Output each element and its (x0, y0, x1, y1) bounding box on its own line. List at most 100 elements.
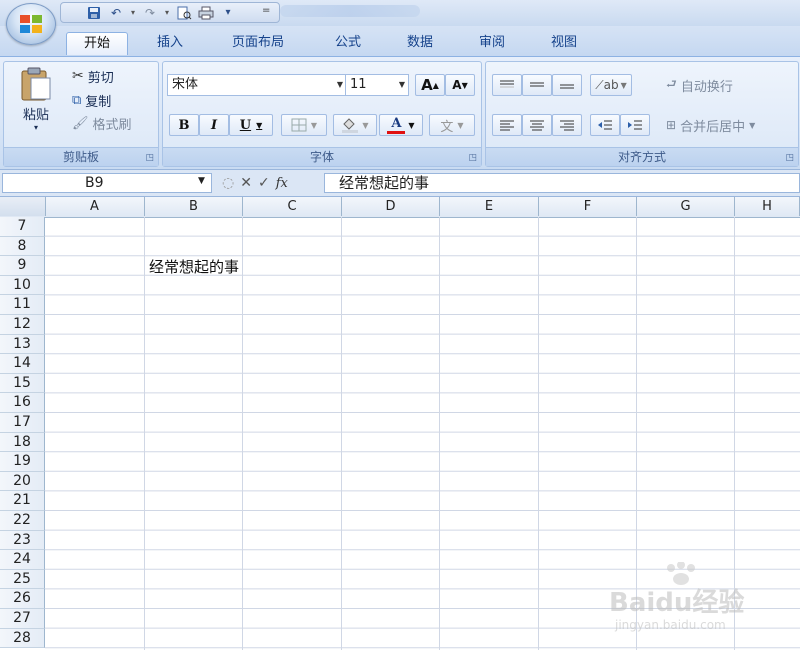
phonetic-button[interactable]: 文 ▼ (429, 114, 475, 136)
row-header-14[interactable]: 14 (0, 354, 45, 374)
row-header-18[interactable]: 18 (0, 432, 45, 453)
column-header-b[interactable]: B (145, 197, 243, 216)
fill-color-button[interactable]: ▼ (333, 114, 377, 136)
row-header-11[interactable]: 11 (0, 295, 45, 315)
font-launcher-icon[interactable]: ◳ (468, 153, 477, 163)
office-button[interactable] (6, 3, 56, 45)
merge-center-dropdown-icon[interactable]: ▼ (749, 121, 755, 130)
align-right-button[interactable] (552, 114, 582, 136)
align-top-button[interactable] (492, 74, 522, 96)
redo-icon[interactable]: ↷ (141, 5, 159, 21)
borders-button[interactable]: ▼ (281, 114, 327, 136)
merge-center-button[interactable]: ⊞ 合并后居中 ▼ (666, 115, 755, 135)
decrease-indent-button[interactable] (590, 114, 620, 136)
increase-indent-button[interactable] (620, 114, 650, 136)
paste-button[interactable]: 粘贴 ▾ (12, 66, 60, 132)
row-header-21[interactable]: 21 (0, 491, 45, 511)
column-header-a[interactable]: A (45, 197, 145, 216)
underline-button[interactable]: U ▼ (229, 114, 273, 136)
row-header-23[interactable]: 23 (0, 530, 45, 551)
font-group-label: 字体 (163, 147, 481, 166)
row-header-8[interactable]: 8 (0, 236, 45, 257)
name-box[interactable]: B9 (2, 173, 212, 193)
name-box-dropdown-icon[interactable]: ▼ (198, 176, 205, 186)
paste-icon (21, 67, 51, 101)
tab-formulas[interactable]: 公式 (318, 32, 378, 54)
cut-button[interactable]: ✂ 剪切 (72, 66, 114, 86)
align-middle-button[interactable] (522, 74, 552, 96)
cancel-icon[interactable]: ✕ (240, 175, 252, 191)
column-header-d[interactable]: D (342, 197, 440, 216)
row-header-22[interactable]: 22 (0, 511, 45, 531)
borders-icon (291, 118, 307, 132)
row-header-10[interactable]: 10 (0, 275, 45, 296)
align-bottom-button[interactable] (552, 74, 582, 96)
undo-dropdown-icon[interactable]: ▾ (129, 8, 137, 17)
shrink-font-icon: ▼ (461, 80, 468, 90)
paste-dropdown-icon[interactable]: ▾ (34, 123, 38, 132)
customize-qat-button[interactable]: = (262, 5, 270, 16)
font-size-select[interactable]: 11 ▼ (345, 74, 409, 96)
print-preview-icon[interactable] (175, 5, 193, 21)
clipboard-launcher-icon[interactable]: ◳ (145, 153, 154, 163)
watermark-brand: Baidu经验 (609, 588, 745, 618)
column-header-c[interactable]: C (243, 197, 342, 216)
format-painter-button[interactable]: 🖌 格式刷 (72, 113, 132, 133)
row-header-12[interactable]: 12 (0, 315, 45, 335)
row-header-20[interactable]: 20 (0, 471, 45, 492)
italic-button[interactable]: I (199, 114, 229, 136)
alignment-launcher-icon[interactable]: ◳ (785, 153, 794, 163)
column-headers: ABCDEFGH (0, 197, 800, 218)
align-top-icon (500, 80, 514, 88)
row-header-25[interactable]: 25 (0, 569, 45, 590)
tab-insert[interactable]: 插入 (140, 32, 200, 54)
formula-input[interactable]: 经常想起的事 (324, 173, 800, 193)
orientation-icon: ⟋ab (595, 77, 619, 92)
font-color-label: A (391, 115, 402, 131)
quick-print-icon[interactable] (197, 5, 215, 21)
row-header-16[interactable]: 16 (0, 393, 45, 413)
row-header-15[interactable]: 15 (0, 373, 45, 394)
row-header-9[interactable]: 9 (0, 256, 45, 276)
redo-dropdown-icon[interactable]: ▾ (163, 8, 171, 17)
column-header-g[interactable]: G (637, 197, 735, 216)
row-header-17[interactable]: 17 (0, 413, 45, 433)
column-header-h[interactable]: H (735, 197, 800, 216)
row-header-7[interactable]: 7 (0, 217, 45, 237)
copy-button[interactable]: ⧉ 复制 (72, 90, 111, 110)
select-all-button[interactable] (0, 197, 46, 216)
font-color-dropdown-icon: ▼ (408, 120, 415, 130)
cell-b9[interactable]: 经常想起的事 (149, 256, 239, 277)
row-header-13[interactable]: 13 (0, 334, 45, 355)
row-header-26[interactable]: 26 (0, 589, 45, 609)
wrap-text-button[interactable]: ⮐ 自动换行 (666, 75, 733, 95)
tab-page-layout[interactable]: 页面布局 (218, 32, 298, 54)
shrink-font-button[interactable]: A ▼ (445, 74, 475, 96)
font-name-select[interactable]: 宋体 ▼ (167, 74, 347, 96)
tab-review[interactable]: 审阅 (462, 32, 522, 54)
undo-icon[interactable]: ↶ (107, 5, 125, 21)
insert-function-icon[interactable]: fx (276, 176, 288, 191)
qat-menu-icon[interactable]: ▾ (219, 5, 237, 21)
tab-data[interactable]: 数据 (390, 32, 450, 54)
tab-home[interactable]: 开始 (66, 32, 128, 55)
orientation-button[interactable]: ⟋ab ▼ (590, 74, 632, 96)
quick-access-toolbar: ↶ ▾ ↷ ▾ ▾ (60, 2, 280, 23)
paste-label: 粘贴 (22, 108, 49, 123)
bold-button[interactable]: B (169, 114, 199, 136)
align-left-button[interactable] (492, 114, 522, 136)
align-center-button[interactable] (522, 114, 552, 136)
column-header-e[interactable]: E (440, 197, 539, 216)
font-color-button[interactable]: A ▼ (379, 114, 423, 136)
row-header-27[interactable]: 27 (0, 609, 45, 629)
grow-font-button[interactable]: A ▲ (415, 74, 445, 96)
row-header-19[interactable]: 19 (0, 452, 45, 472)
tab-view[interactable]: 视图 (534, 32, 594, 54)
enter-icon[interactable]: ✓ (258, 175, 270, 191)
column-header-f[interactable]: F (539, 197, 637, 216)
row-header-24[interactable]: 24 (0, 550, 45, 570)
row-header-28[interactable]: 28 (0, 628, 45, 649)
save-icon[interactable] (85, 5, 103, 21)
wrap-text-label: 自动换行 (680, 79, 733, 95)
title-bar: ↶ ▾ ↷ ▾ ▾ = (0, 0, 800, 45)
